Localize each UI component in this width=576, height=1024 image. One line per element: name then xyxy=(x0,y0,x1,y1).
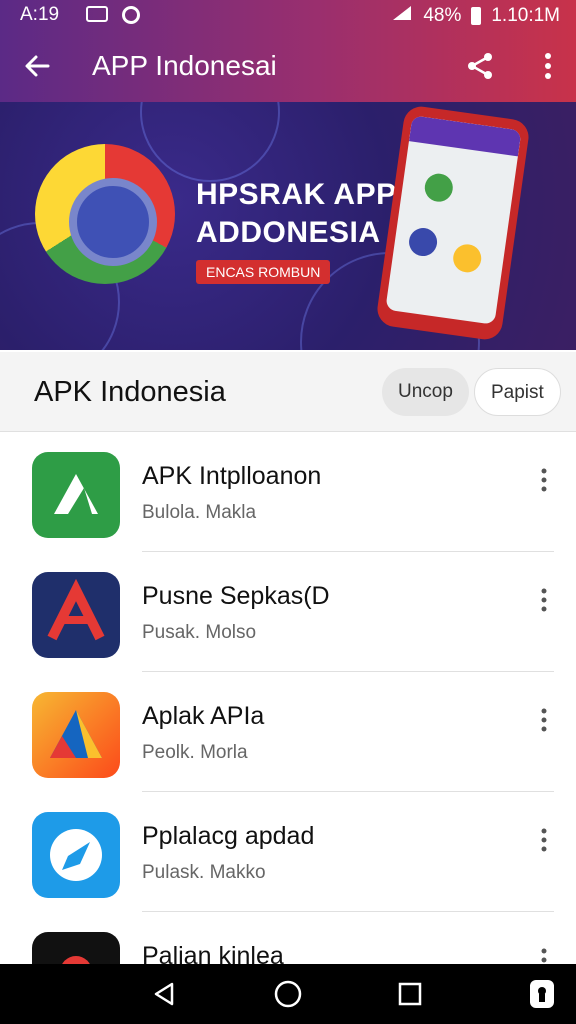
clock: 1.10:1M xyxy=(491,5,560,26)
app-icon xyxy=(32,692,120,778)
arrow-left-icon[interactable] xyxy=(20,48,56,84)
app-icon xyxy=(32,452,120,538)
phone-app-icon xyxy=(422,171,455,204)
notification-icon xyxy=(86,6,108,22)
battery-percent: 48% xyxy=(423,5,462,26)
system-nav-bar xyxy=(0,964,576,1024)
lock-icon[interactable] xyxy=(526,978,558,1010)
list-item[interactable]: APK Intplloanon Bulola. Makla xyxy=(0,432,576,552)
list-item[interactable]: Pusne Sepkas(D Pusak. Molso xyxy=(0,552,576,672)
nav-home-icon[interactable] xyxy=(272,978,304,1010)
decoration-ring xyxy=(140,102,280,182)
status-time: A:19 xyxy=(20,4,60,25)
nav-back-icon[interactable] xyxy=(148,978,180,1010)
app-subtitle: Pulask. Makko xyxy=(142,862,266,883)
banner-headline: HPSRAK APP ADDONESIA xyxy=(196,176,397,251)
top-bar: A:19 48% 1.10:1M APP Indonesai xyxy=(0,0,576,102)
app-icon xyxy=(32,572,120,658)
app-name: Aplak APIa xyxy=(142,702,265,730)
filter-chip-papist[interactable]: Papist xyxy=(474,368,561,416)
section-header: APK Indonesia Uncop Papist xyxy=(0,352,576,432)
promo-banner[interactable]: HPSRAK APP ADDONESIA ENCAS ROMBUN xyxy=(0,102,576,350)
phone-app-icon xyxy=(407,226,439,258)
banner-headline-line1: HPSRAK APP xyxy=(196,178,397,211)
more-vert-icon[interactable] xyxy=(536,706,552,734)
filter-chip-uncop[interactable]: Uncop xyxy=(382,368,469,416)
app-subtitle: Bulola. Makla xyxy=(142,502,257,523)
more-vert-icon[interactable] xyxy=(540,50,556,82)
phone-screen xyxy=(385,115,522,325)
banner-headline-line2: ADDONESIA xyxy=(196,215,381,249)
phone-app-icon xyxy=(451,242,484,275)
more-vert-icon[interactable] xyxy=(536,586,552,614)
circle-notification-icon xyxy=(122,6,140,24)
share-icon[interactable] xyxy=(464,50,496,82)
banner-tag: ENCAS ROMBUN xyxy=(196,260,331,284)
battery-icon xyxy=(471,7,482,25)
status-right: 48% 1.10:1M xyxy=(391,4,560,28)
app-name: APK Intplloanon xyxy=(142,462,322,490)
status-bar: A:19 48% 1.10:1M xyxy=(0,0,576,30)
app-subtitle: Peolk. Morla xyxy=(142,742,248,763)
list-item[interactable]: Aplak APIa Peolk. Morla xyxy=(0,672,576,792)
more-vert-icon[interactable] xyxy=(536,826,552,854)
signal-icon xyxy=(391,4,413,28)
section-heading: APK Indonesia xyxy=(34,376,226,408)
app-name: Pusne Sepkas(D xyxy=(142,582,330,610)
app-list: APK Intplloanon Bulola. Makla Pusne Sepk… xyxy=(0,432,576,1024)
banner-logo-icon xyxy=(35,144,175,284)
page-title: APP Indonesai xyxy=(92,50,277,81)
app-bar: APP Indonesai xyxy=(0,34,576,98)
phone-screen-bar xyxy=(408,115,522,157)
phone-illustration xyxy=(375,104,531,342)
app-subtitle: Pusak. Molso xyxy=(142,622,257,643)
list-item[interactable]: Pplalacg apdad Pulask. Makko xyxy=(0,792,576,912)
app-icon xyxy=(32,812,120,898)
more-vert-icon[interactable] xyxy=(536,466,552,494)
app-name: Pplalacg apdad xyxy=(142,822,315,850)
nav-recents-icon[interactable] xyxy=(394,978,426,1010)
